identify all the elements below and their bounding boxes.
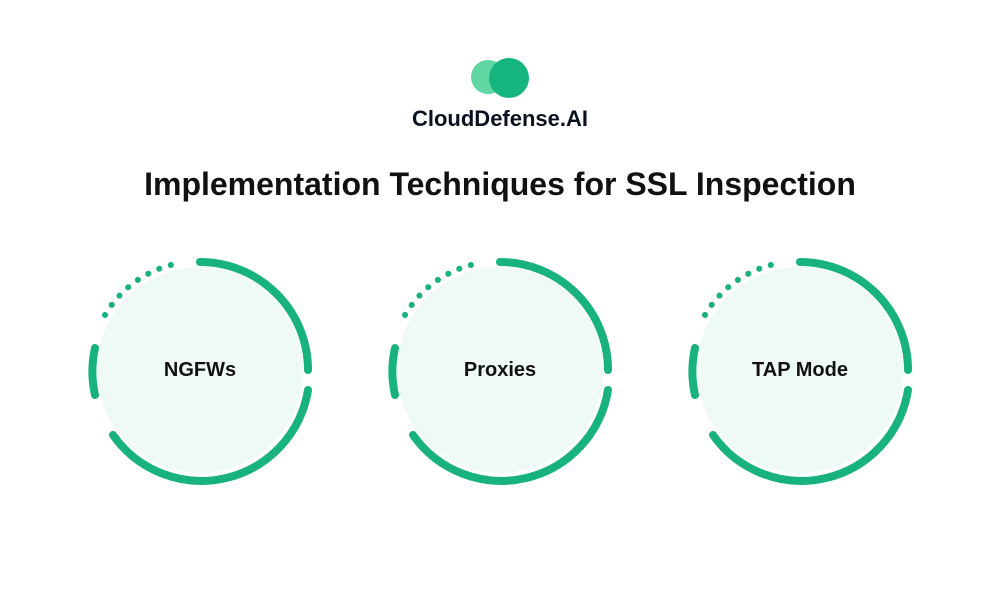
technique-label: NGFWs [164,359,236,382]
technique-label: Proxies [464,359,536,382]
technique-label: TAP Mode [752,359,848,382]
page-root: CloudDefense.AI Implementation Technique… [0,0,1000,615]
technique-item: NGFWs [85,255,315,485]
cloud-icon [471,60,529,100]
brand-logo: CloudDefense.AI [412,60,588,132]
page-title: Implementation Techniques for SSL Inspec… [144,166,856,203]
technique-item: TAP Mode [685,255,915,485]
techniques-row: NGFWs Proxies TAP Mode [85,255,915,485]
brand-name: CloudDefense.AI [412,106,588,132]
cloud-icon-front [489,58,529,98]
technique-item: Proxies [385,255,615,485]
